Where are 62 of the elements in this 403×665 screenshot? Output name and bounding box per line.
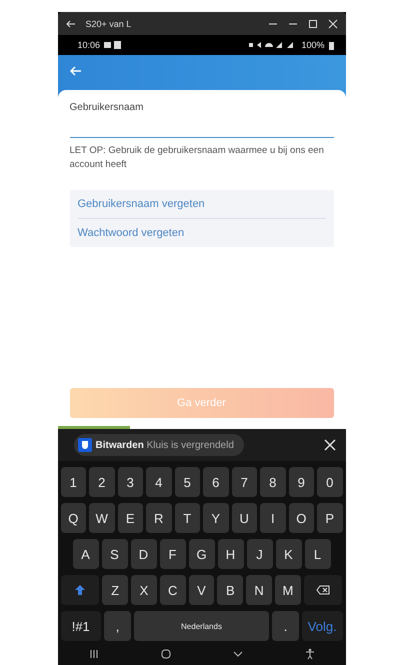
close-icon[interactable] (328, 18, 338, 28)
keyboard-key[interactable]: U (232, 503, 257, 533)
field-note: LET OP: Gebruik de gebruikersnaam waarmee u bij ons een account heeft (70, 144, 325, 172)
battery-icon (328, 40, 334, 50)
keyboard-key[interactable]: N (246, 575, 272, 605)
accessibility-icon[interactable] (304, 648, 316, 660)
shift-arrow-icon (74, 584, 86, 596)
window-title: S20+ van L (86, 18, 132, 28)
keyboard-key[interactable]: K (276, 539, 302, 569)
keyboard-key[interactable]: J (246, 539, 272, 569)
keyboard-key[interactable]: I (260, 503, 286, 533)
shift-key[interactable] (60, 575, 100, 605)
autofill-text: Bitwarden Kluis is vergrendeld (96, 440, 234, 450)
keyboard-key[interactable]: 9 (288, 467, 314, 497)
space-key[interactable]: Nederlands (134, 611, 269, 641)
keyboard-key[interactable]: 1 (60, 467, 86, 497)
keyboard-key[interactable]: L (304, 539, 330, 569)
field-label: Gebruikersnaam (70, 102, 144, 113)
back-arrow-icon[interactable] (66, 18, 76, 28)
keyboard-key[interactable]: C (160, 575, 186, 605)
keyboard-key[interactable]: X (131, 575, 157, 605)
keyboard-key[interactable]: W (89, 503, 114, 533)
keyboard-key[interactable]: B (217, 575, 244, 605)
keyboard-key[interactable]: D (130, 539, 156, 569)
shield-icon (78, 438, 92, 452)
symbols-key[interactable]: !#1 (60, 611, 101, 641)
close-icon[interactable] (324, 439, 336, 451)
keyboard-key[interactable]: A (72, 539, 98, 569)
maximize-icon[interactable] (308, 18, 318, 28)
notification-icons (104, 41, 122, 49)
keyboard-key[interactable]: 2 (89, 467, 114, 497)
keyboard-key[interactable]: 4 (146, 467, 172, 497)
home-icon[interactable] (160, 648, 172, 660)
keyboard-key[interactable]: R (146, 503, 172, 533)
status-time: 10:06 (78, 40, 100, 50)
backspace-icon (316, 585, 330, 595)
backspace-key[interactable] (304, 575, 342, 605)
keyboard-key[interactable]: G (188, 539, 214, 569)
keyboard-key[interactable]: , (104, 611, 131, 641)
keyboard-key[interactable]: . (272, 611, 299, 641)
keyboard-key[interactable]: Z (102, 575, 128, 605)
keyboard-key[interactable]: 3 (118, 467, 143, 497)
keyboard-key[interactable]: Q (60, 503, 86, 533)
keyboard-key[interactable]: O (288, 503, 314, 533)
autofill-chip[interactable]: Bitwarden Kluis is vergrendeld (74, 434, 244, 456)
battery-percentage: 100% (301, 40, 324, 50)
recent-apps-icon[interactable] (88, 648, 100, 660)
keyboard-key[interactable]: S (102, 539, 128, 569)
keyboard-key[interactable]: H (218, 539, 244, 569)
next-key[interactable]: Volg. (302, 611, 342, 641)
keyboard-key[interactable]: 7 (232, 467, 257, 497)
keyboard-key[interactable]: 8 (260, 467, 286, 497)
keyboard-key[interactable]: M (274, 575, 301, 605)
keyboard-key[interactable]: 6 (203, 467, 228, 497)
keyboard-key[interactable]: Y (203, 503, 228, 533)
keyboard-key[interactable]: 5 (174, 467, 200, 497)
keyboard-key[interactable]: E (118, 503, 143, 533)
keyboard-key[interactable]: 0 (317, 467, 342, 497)
keyboard-key[interactable]: T (174, 503, 200, 533)
keyboard-key[interactable]: P (317, 503, 342, 533)
keyboard-key[interactable]: F (160, 539, 186, 569)
keyboard-key[interactable]: V (188, 575, 214, 605)
